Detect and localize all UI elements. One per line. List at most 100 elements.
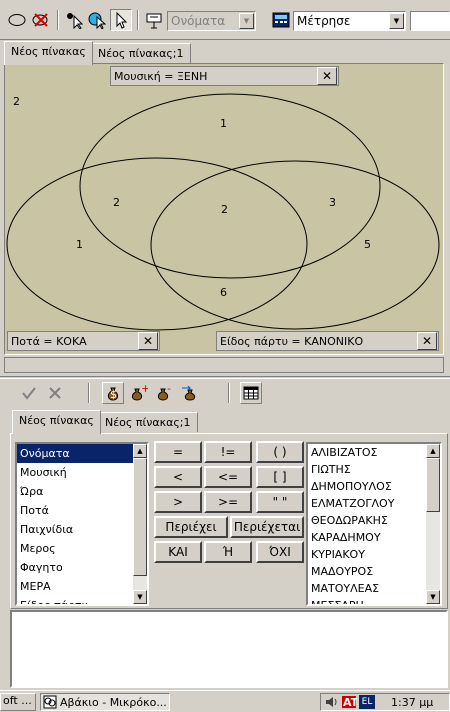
- tab-label: Νέος πίνακας;1: [98, 47, 184, 60]
- count-top-only: 1: [220, 117, 227, 130]
- not-equals-button[interactable]: !=: [204, 441, 252, 463]
- money-bag-button[interactable]: $: [102, 382, 124, 404]
- canvas-horizontal-scrollbar[interactable]: [4, 357, 444, 373]
- ellipse-tool-button[interactable]: [6, 9, 28, 31]
- scroll-down-icon[interactable]: ▼: [426, 590, 440, 604]
- add-money-bag-icon: +: [131, 385, 148, 401]
- add-money-bag-button[interactable]: +: [128, 382, 150, 404]
- value-list-item[interactable]: ΔΗΜΟΠΟΥΛΟΣ: [308, 478, 426, 495]
- contained-button[interactable]: Περιέχεται: [230, 516, 304, 538]
- quotes-button[interactable]: " ": [256, 491, 304, 513]
- cancel-button[interactable]: [44, 382, 66, 404]
- value-list-item[interactable]: ΘΕΟΔΩΡΑΚΗΣ: [308, 512, 426, 529]
- greater-equal-button[interactable]: >=: [204, 491, 252, 513]
- field-list-item[interactable]: Παιχνίδια: [17, 520, 133, 539]
- field-list-item[interactable]: Ποτά: [17, 501, 133, 520]
- calculator-button[interactable]: [270, 9, 292, 31]
- equals-button[interactable]: =: [154, 441, 202, 463]
- objects-dropdown[interactable]: Ονόματα ▼: [167, 11, 256, 31]
- count-center: 2: [221, 203, 228, 216]
- contains-button[interactable]: Περιέχει: [154, 516, 228, 538]
- extra-input-field[interactable]: [410, 11, 450, 31]
- venn-canvas[interactable]: 2 1 2 2 3 1 5 6 Μουσική = ΞΕΝΗ ✕ Ποτά = …: [4, 63, 444, 355]
- field-list-item[interactable]: Είδος πάρτυ: [17, 596, 133, 604]
- condition-label-right[interactable]: Είδος πάρτυ = ΚΑΝΟΝΙΚΟ ✕: [216, 331, 439, 351]
- fields-list-scrollbar[interactable]: ▲ ▼: [133, 444, 147, 604]
- greater-than-button[interactable]: >: [154, 491, 202, 513]
- tab-new-table[interactable]: Νέος πίνακας: [12, 410, 101, 434]
- value-list-item[interactable]: ΚΥΡΙΑΚΟΥ: [308, 546, 426, 563]
- scroll-down-icon[interactable]: ▼: [133, 590, 147, 604]
- or-button[interactable]: Ή: [204, 541, 252, 563]
- value-list-item[interactable]: ΓΙΩΤΗΣ: [308, 461, 426, 478]
- field-list-item[interactable]: ΜΕΡΑ: [17, 577, 133, 596]
- scroll-up-icon[interactable]: ▲: [426, 444, 440, 458]
- scroll-up-icon[interactable]: ▲: [133, 444, 147, 458]
- field-list-item[interactable]: Ονόματα: [17, 444, 133, 463]
- chevron-down-icon[interactable]: ▼: [389, 13, 404, 29]
- tab-new-table[interactable]: Νέος πίνακας: [4, 41, 93, 65]
- tab-label: Νέος πίνακας;1: [105, 416, 191, 429]
- taskbar-item-abakio[interactable]: Αβάκιο - Μικρόκο...: [40, 693, 170, 711]
- brackets-button[interactable]: [ ]: [256, 466, 304, 488]
- measure-dropdown[interactable]: Μέτρησε ▼: [293, 11, 406, 31]
- svg-text:$: $: [110, 388, 117, 401]
- ellipse-icon: [8, 14, 26, 26]
- close-icon[interactable]: ✕: [417, 332, 437, 350]
- table-icon: [243, 386, 259, 400]
- condition-label-left[interactable]: Ποτά = ΚΟΚΑ ✕: [7, 331, 160, 351]
- field-list-item[interactable]: Ώρα: [17, 482, 133, 501]
- value-list-item[interactable]: ΕΛΜΑΤΖΟΓΛΟΥ: [308, 495, 426, 512]
- condition-label-top[interactable]: Μουσική = ΞΕΝΗ ✕: [110, 66, 339, 86]
- less-equal-button[interactable]: <=: [204, 466, 252, 488]
- tab-new-table-1[interactable]: Νέος πίνακας;1: [91, 43, 191, 63]
- taskbar-item-app[interactable]: oft ...: [0, 693, 36, 711]
- not-button[interactable]: ΌΧΙ: [256, 541, 304, 563]
- value-list-item[interactable]: ΜΑΤΟΥΛΕΑΣ: [308, 580, 426, 597]
- chevron-down-icon[interactable]: ▼: [239, 13, 254, 29]
- close-icon[interactable]: ✕: [317, 67, 337, 85]
- speaker-icon[interactable]: [324, 695, 338, 709]
- less-than-button[interactable]: <: [154, 466, 202, 488]
- svg-text:+: +: [141, 385, 148, 395]
- fields-list[interactable]: Ονόματα Μουσική Ώρα Ποτά Παιχνίδια Μερος Φαγητ…: [15, 442, 149, 606]
- toolbar-separator: [88, 383, 90, 403]
- fields-list-items: Ονόματα Μουσική Ώρα Ποτά Παιχνίδια Μερος Φαγητ…: [17, 444, 133, 604]
- taskbar-item-label: oft ...: [3, 694, 32, 707]
- value-list-item[interactable]: ΚΑΡΑΔΗΜΟΥ: [308, 529, 426, 546]
- language-indicator[interactable]: EL: [359, 695, 375, 709]
- antivirus-icon[interactable]: AT: [341, 695, 357, 709]
- venn-circle-left: [6, 157, 308, 331]
- value-list-item[interactable]: ΑΛΙΒΙΖΑΤΟΣ: [308, 444, 426, 461]
- arrow-select-button[interactable]: [110, 9, 132, 31]
- label-tool-button[interactable]: [143, 9, 165, 31]
- field-list-item[interactable]: Φαγητο: [17, 558, 133, 577]
- close-icon[interactable]: ✕: [138, 332, 158, 350]
- scrollbar-thumb[interactable]: [133, 458, 147, 576]
- tab-new-table-1[interactable]: Νέος πίνακας;1: [98, 412, 198, 432]
- toolbar-separator: [137, 10, 139, 30]
- delete-ellipse-icon: [32, 13, 48, 27]
- transfer-money-bag-button[interactable]: [180, 382, 202, 404]
- calculator-icon: [272, 12, 290, 28]
- and-button[interactable]: ΚΑΙ: [154, 541, 202, 563]
- panel-divider[interactable]: [0, 376, 450, 379]
- query-text-area[interactable]: [10, 610, 448, 688]
- value-list-item[interactable]: ΜΕΣΣΑΡΗ: [308, 597, 426, 604]
- point-select-button[interactable]: [63, 9, 85, 31]
- check-button[interactable]: [18, 382, 40, 404]
- outside-count: 2: [13, 95, 20, 108]
- values-list-scrollbar[interactable]: ▲ ▼: [426, 444, 440, 604]
- parentheses-button[interactable]: ( ): [256, 441, 304, 463]
- field-list-item[interactable]: Μουσική: [17, 463, 133, 482]
- system-tray: AT EL 1:37 μμ: [320, 693, 450, 711]
- region-select-button[interactable]: [86, 9, 108, 31]
- remove-money-bag-button[interactable]: -: [154, 382, 176, 404]
- field-list-item[interactable]: Μερος: [17, 539, 133, 558]
- scrollbar-thumb[interactable]: [426, 458, 440, 512]
- delete-ellipse-button[interactable]: [30, 9, 52, 31]
- table-view-button[interactable]: [240, 382, 262, 404]
- value-list-item[interactable]: ΜΑΔΟΥΡΟΣ: [308, 563, 426, 580]
- values-list[interactable]: ΑΛΙΒΙΖΑΤΟΣ ΓΙΩΤΗΣ ΔΗΜΟΠΟΥΛΟΣ ΕΛΜΑΤΖΟΓΛΟΥ ΘΕΟ…: [306, 442, 442, 606]
- condition-text: Είδος πάρτυ = ΚΑΝΟΝΙΚΟ: [220, 334, 364, 348]
